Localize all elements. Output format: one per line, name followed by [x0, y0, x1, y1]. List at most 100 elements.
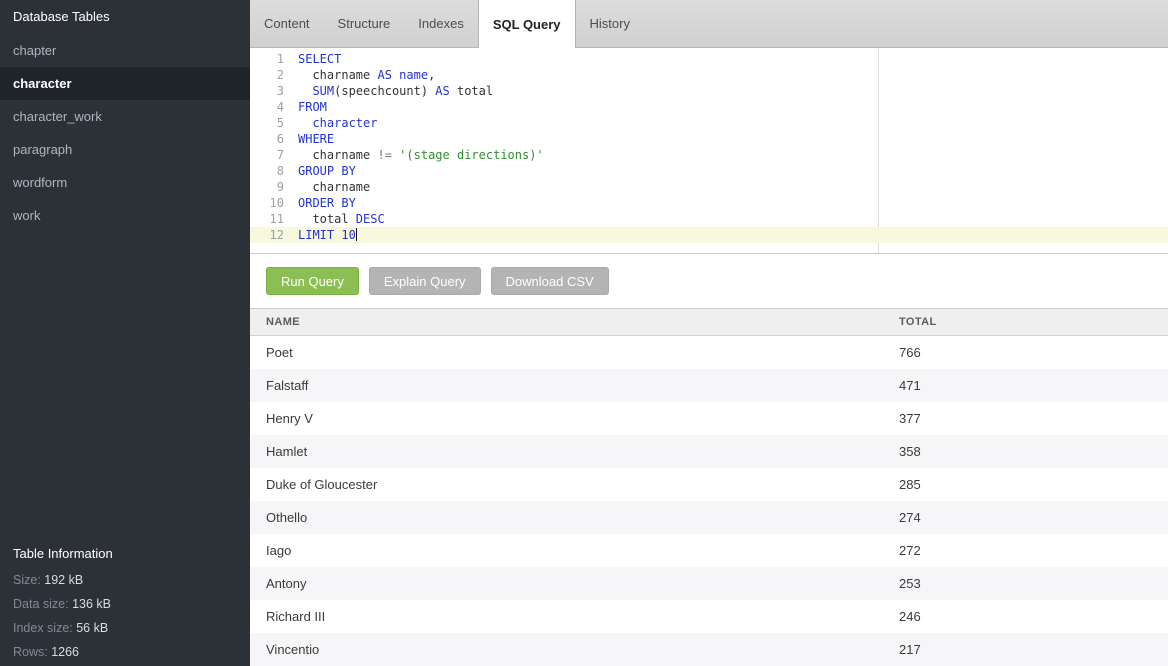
query-toolbar: Run Query Explain Query Download CSV [250, 254, 1168, 308]
code-line-5[interactable]: 5 character [250, 115, 1168, 131]
code-line-7[interactable]: 7 charname != '(stage directions)' [250, 147, 1168, 163]
tab-history[interactable]: History [576, 0, 644, 47]
result-row[interactable]: Richard III246 [250, 600, 1168, 633]
sidebar-spacer [0, 232, 250, 537]
result-cell-total: 377 [899, 411, 1168, 426]
tab-content[interactable]: Content [250, 0, 324, 47]
result-row[interactable]: Antony253 [250, 567, 1168, 600]
download-csv-button[interactable]: Download CSV [491, 267, 609, 295]
result-cell-total: 246 [899, 609, 1168, 624]
code-text: SELECT [298, 51, 341, 67]
table-info-label: Rows: [13, 645, 51, 659]
result-cell-name: Antony [250, 576, 899, 591]
code-text: charname AS name, [298, 67, 435, 83]
sidebar-table-work[interactable]: work [0, 199, 250, 232]
result-cell-total: 253 [899, 576, 1168, 591]
result-cell-name: Iago [250, 543, 899, 558]
result-row[interactable]: Iago272 [250, 534, 1168, 567]
column-header-total[interactable]: TOTAL [899, 316, 1168, 328]
code-line-11[interactable]: 11 total DESC [250, 211, 1168, 227]
code-text: total DESC [298, 211, 385, 227]
app-window: Database Tables chaptercharactercharacte… [0, 0, 1168, 666]
code-line-6[interactable]: 6WHERE [250, 131, 1168, 147]
result-cell-total: 471 [899, 378, 1168, 393]
table-info-value: 192 kB [44, 573, 83, 587]
line-number: 10 [250, 195, 298, 211]
main-panel: ContentStructureIndexesSQL QueryHistory … [250, 0, 1168, 666]
code-text: GROUP BY [298, 163, 356, 179]
result-cell-total: 766 [899, 345, 1168, 360]
code-text: character [298, 115, 377, 131]
table-info-label: Index size: [13, 621, 76, 635]
code-text: charname != '(stage directions)' [298, 147, 544, 163]
code-line-10[interactable]: 10ORDER BY [250, 195, 1168, 211]
result-row[interactable]: Duke of Gloucester285 [250, 468, 1168, 501]
results-table: NAME TOTAL Poet766Falstaff471Henry V377H… [250, 308, 1168, 666]
code-text: FROM [298, 99, 327, 115]
tab-bar: ContentStructureIndexesSQL QueryHistory [250, 0, 1168, 48]
table-information-panel: Table Information Size: 192 kBData size:… [0, 537, 250, 666]
table-information-title: Table Information [0, 537, 250, 568]
line-number: 1 [250, 51, 298, 67]
result-cell-total: 285 [899, 477, 1168, 492]
line-number: 4 [250, 99, 298, 115]
result-cell-name: Henry V [250, 411, 899, 426]
result-cell-name: Hamlet [250, 444, 899, 459]
table-info-row: Rows: 1266 [0, 640, 250, 664]
sidebar-table-character_work[interactable]: character_work [0, 100, 250, 133]
column-header-name[interactable]: NAME [250, 316, 899, 328]
code-lines: 1SELECT2 charname AS name,3 SUM(speechco… [250, 51, 1168, 243]
sidebar-table-character[interactable]: character [0, 67, 250, 100]
code-line-3[interactable]: 3 SUM(speechcount) AS total [250, 83, 1168, 99]
result-cell-name: Poet [250, 345, 899, 360]
code-line-1[interactable]: 1SELECT [250, 51, 1168, 67]
explain-query-button[interactable]: Explain Query [369, 267, 481, 295]
run-query-button[interactable]: Run Query [266, 267, 359, 295]
result-row[interactable]: Falstaff471 [250, 369, 1168, 402]
result-row[interactable]: Poet766 [250, 336, 1168, 369]
code-text: LIMIT 10 [298, 227, 357, 243]
sidebar-table-paragraph[interactable]: paragraph [0, 133, 250, 166]
result-row[interactable]: Othello274 [250, 501, 1168, 534]
results-header: NAME TOTAL [250, 308, 1168, 336]
tab-sql-query[interactable]: SQL Query [478, 0, 576, 48]
code-text: WHERE [298, 131, 334, 147]
line-number: 11 [250, 211, 298, 227]
line-number: 9 [250, 179, 298, 195]
result-cell-name: Richard III [250, 609, 899, 624]
table-info-value: 56 kB [76, 621, 108, 635]
table-info-row: Size: 192 kB [0, 568, 250, 592]
line-number: 12 [250, 227, 298, 243]
result-cell-total: 358 [899, 444, 1168, 459]
sidebar: Database Tables chaptercharactercharacte… [0, 0, 250, 666]
result-row[interactable]: Hamlet358 [250, 435, 1168, 468]
result-row[interactable]: Henry V377 [250, 402, 1168, 435]
sql-editor[interactable]: 1SELECT2 charname AS name,3 SUM(speechco… [250, 48, 1168, 254]
result-cell-total: 217 [899, 642, 1168, 657]
result-cell-name: Othello [250, 510, 899, 525]
table-info-row: Data size: 136 kB [0, 592, 250, 616]
sidebar-title: Database Tables [0, 0, 250, 34]
text-cursor [356, 228, 357, 241]
tab-indexes[interactable]: Indexes [404, 0, 478, 47]
line-number: 6 [250, 131, 298, 147]
code-line-8[interactable]: 8GROUP BY [250, 163, 1168, 179]
tab-structure[interactable]: Structure [324, 0, 405, 47]
code-line-4[interactable]: 4FROM [250, 99, 1168, 115]
line-number: 3 [250, 83, 298, 99]
result-row[interactable]: Vincentio217 [250, 633, 1168, 666]
sidebar-table-wordform[interactable]: wordform [0, 166, 250, 199]
code-text: SUM(speechcount) AS total [298, 83, 493, 99]
sidebar-table-chapter[interactable]: chapter [0, 34, 250, 67]
code-line-2[interactable]: 2 charname AS name, [250, 67, 1168, 83]
code-text: charname [298, 179, 370, 195]
code-line-12[interactable]: 12LIMIT 10 [250, 227, 1168, 243]
table-info-row: Index size: 56 kB [0, 616, 250, 640]
result-cell-total: 274 [899, 510, 1168, 525]
result-cell-name: Duke of Gloucester [250, 477, 899, 492]
line-number: 7 [250, 147, 298, 163]
result-cell-name: Vincentio [250, 642, 899, 657]
code-line-9[interactable]: 9 charname [250, 179, 1168, 195]
line-number: 5 [250, 115, 298, 131]
table-info-value: 136 kB [72, 597, 111, 611]
